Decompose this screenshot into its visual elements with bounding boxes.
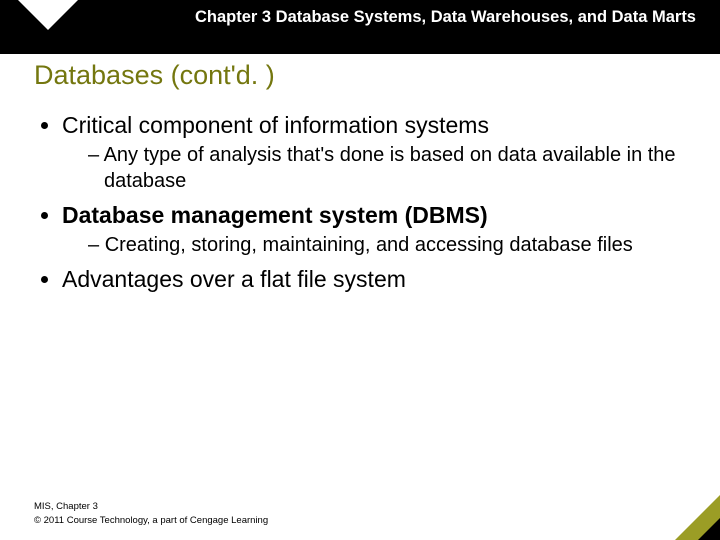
bullet-list: Critical component of information system… — [34, 110, 686, 294]
bullet-1: Critical component of information system… — [62, 110, 686, 194]
slide-body: Critical component of information system… — [34, 110, 686, 298]
page-number: 6 — [682, 503, 690, 520]
bullet-2: Database management system (DBMS) Creati… — [62, 200, 686, 258]
footer-line1: MIS, Chapter 3 — [34, 501, 98, 512]
chapter-header: Chapter 3 Database Systems, Data Warehou… — [160, 6, 696, 28]
footer-text: MIS, Chapter 3 © 2011 Course Technology,… — [34, 500, 268, 528]
black-triangle-icon — [698, 518, 720, 540]
bullet-3: Advantages over a flat file system — [62, 264, 686, 294]
bullet-2-text: Database management system (DBMS) — [62, 202, 488, 228]
header-notch-decor — [18, 0, 78, 30]
slide-title: Databases (cont'd. ) — [34, 60, 275, 91]
bullet-1-sub: Any type of analysis that's done is base… — [62, 142, 686, 194]
footer-line2: © 2011 Course Technology, a part of Ceng… — [34, 515, 268, 526]
bullet-1-text: Critical component of information system… — [62, 112, 489, 138]
bullet-2-sub: Creating, storing, maintaining, and acce… — [62, 232, 686, 258]
bullet-2-sub-1: Creating, storing, maintaining, and acce… — [88, 232, 686, 258]
header-bar: Chapter 3 Database Systems, Data Warehou… — [0, 0, 720, 54]
footer-corner-decor — [640, 485, 720, 540]
bullet-3-text: Advantages over a flat file system — [62, 266, 406, 292]
bullet-1-sub-1: Any type of analysis that's done is base… — [88, 142, 686, 194]
